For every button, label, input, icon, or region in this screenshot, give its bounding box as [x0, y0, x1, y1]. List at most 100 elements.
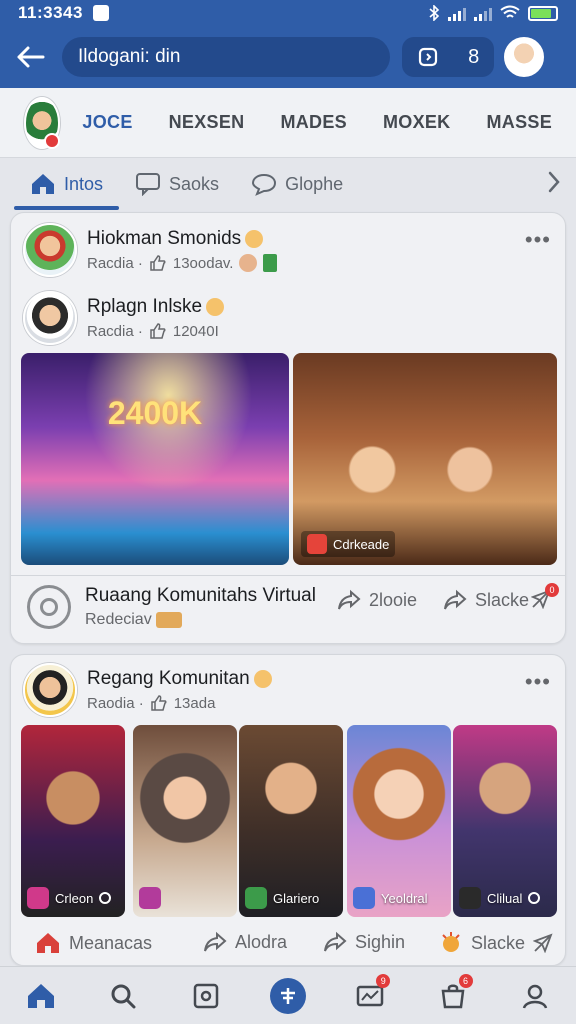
action-label: Slacke [471, 932, 526, 953]
video-thumb[interactable]: Crleon [21, 725, 125, 917]
signal-icon-2 [474, 5, 492, 21]
app-icon [353, 887, 375, 909]
search-text: Ildogani: din [78, 46, 181, 67]
post-header: Regang Komunitan Raodia · 13ada [23, 663, 272, 717]
more-options-button[interactable]: ••• [525, 227, 551, 253]
pill-number[interactable]: 8 [468, 46, 479, 69]
story-bar: JOCE NEXSEN MADES MOXEK MΑSSE [0, 88, 576, 158]
sub-author-avatar[interactable] [23, 291, 77, 345]
story-tab-masse[interactable]: MΑSSE [486, 112, 552, 133]
sub-meta: Racdia · 12040I [87, 322, 224, 340]
reaction-avatar [239, 254, 258, 272]
search-field[interactable]: Ildogani: din [62, 37, 390, 77]
story-tab-joce[interactable]: JOCE [82, 112, 132, 133]
video-thumb[interactable]: Glariero [239, 725, 343, 917]
profile-avatar[interactable] [504, 37, 544, 77]
tabs-next-button[interactable] [546, 170, 562, 199]
square-icon [193, 983, 218, 1008]
profile-icon [522, 984, 548, 1009]
story-tab-nexsen[interactable]: NEXSEN [169, 112, 245, 133]
community-sub-text: Redeciav [85, 611, 152, 628]
video-thumb[interactable] [133, 725, 237, 917]
post-card-2: Regang Komunitan Raodia · 13ada ••• Crle… [10, 654, 566, 966]
action-slacke[interactable]: Slacke [439, 931, 553, 955]
thumb-label-text: Glariero [273, 890, 320, 906]
community-icon [27, 585, 71, 629]
send-badge: 0 [545, 583, 559, 597]
post-subheader: Rplagn Inlske Racdia · 12040I [23, 291, 225, 345]
action-label: Meanacas [69, 932, 153, 953]
author-avatar[interactable] [23, 663, 77, 717]
video-thumb[interactable]: Yeoldral [347, 725, 451, 917]
wave-icon [206, 297, 225, 316]
nav-create[interactable] [266, 974, 310, 1018]
nav-shop[interactable]: 6 [431, 973, 475, 1018]
tab-label: Glophe [285, 173, 344, 194]
nav-activity[interactable]: 9 [348, 973, 392, 1018]
status-time: 11:3343 [18, 3, 83, 22]
meta-count: 12040I [172, 322, 219, 340]
share-icon [324, 931, 347, 952]
toolbar-pill: 8 [402, 37, 494, 77]
tab-intos[interactable]: Intos [14, 158, 120, 210]
action-label: Sighin [355, 931, 406, 952]
action-alodra[interactable]: Alodra [203, 931, 287, 953]
post-header: Hiokman Smonids Racdia · 13oodav. [23, 223, 278, 277]
nav-search[interactable] [101, 974, 145, 1018]
community-title: Ruaang Komunitahs Virtual [85, 585, 316, 606]
post-meta: Raodia · 13ada [87, 694, 272, 712]
back-button[interactable] [12, 39, 48, 75]
community-row[interactable]: Ruaang Komunitahs Virtual Redeciav [27, 585, 316, 629]
top-bar: Ildogani: din 8 [0, 26, 576, 88]
video-thumb[interactable]: Clilual [453, 725, 557, 917]
author-name-text: Hiokman Smonids [87, 228, 242, 249]
chat-icon [136, 173, 161, 196]
status-bar: 11:3343 [0, 0, 576, 26]
tab-saoks[interactable]: Saoks [119, 158, 235, 210]
story-tab-moxek[interactable]: MOXEK [383, 112, 451, 133]
search-icon [111, 984, 136, 1008]
author-name-text: Regang Komunitan [87, 668, 250, 689]
post-photo-couple[interactable]: Cdrkeade [293, 353, 557, 565]
author-name[interactable]: Regang Komunitan [87, 668, 272, 690]
action-2looie[interactable]: 2looie [337, 589, 417, 611]
home-icon [28, 983, 55, 1008]
more-options-button[interactable]: ••• [525, 669, 551, 695]
action-label: Slacke [475, 589, 530, 610]
tab-label: Intos [64, 173, 104, 194]
nav-square[interactable] [184, 974, 228, 1018]
community-sub: Redeciav [85, 611, 316, 629]
nav-home[interactable] [19, 974, 63, 1018]
nav-badge: 6 [458, 973, 473, 988]
action-slacke[interactable]: Slacke [443, 589, 529, 611]
sub-author-name[interactable]: Rplagn Inlske [87, 296, 225, 318]
post-photo-dance[interactable]: 2400K [21, 353, 289, 565]
send-icon [533, 933, 553, 953]
nav-profile[interactable] [513, 974, 557, 1018]
thumb-label: Crleon [27, 887, 112, 909]
author-avatar[interactable] [23, 223, 77, 277]
photo-tag-text: Cdrkeade [333, 536, 390, 552]
action-label: Alodra [235, 931, 288, 952]
wave-icon [245, 229, 264, 248]
app-icon [245, 887, 267, 909]
square-icon[interactable] [417, 46, 439, 68]
app-icon [139, 887, 161, 909]
meta-count: 13oodav. [172, 254, 234, 272]
tab-glophe[interactable]: Glophe [235, 158, 359, 210]
share-icon [204, 931, 227, 952]
thumb-label: Clilual [459, 887, 541, 909]
author-name[interactable]: Hiokman Smonids [87, 228, 277, 250]
thumb-label-text: Crleon [55, 890, 94, 906]
story-tab-mades[interactable]: MADES [280, 112, 347, 133]
status-dot [528, 892, 541, 904]
thumb-label-text: Clilual [487, 890, 523, 906]
send-button[interactable]: 0 [531, 583, 559, 609]
story-avatar[interactable] [24, 96, 61, 149]
bluetooth-icon [429, 5, 440, 21]
home-icon [37, 933, 59, 953]
thumb-label [139, 887, 167, 909]
action-meanacas[interactable]: Meanacas [35, 931, 152, 955]
action-sighin[interactable]: Sighin [323, 931, 405, 953]
sub-author-name-text: Rplagn Inlske [87, 296, 203, 317]
